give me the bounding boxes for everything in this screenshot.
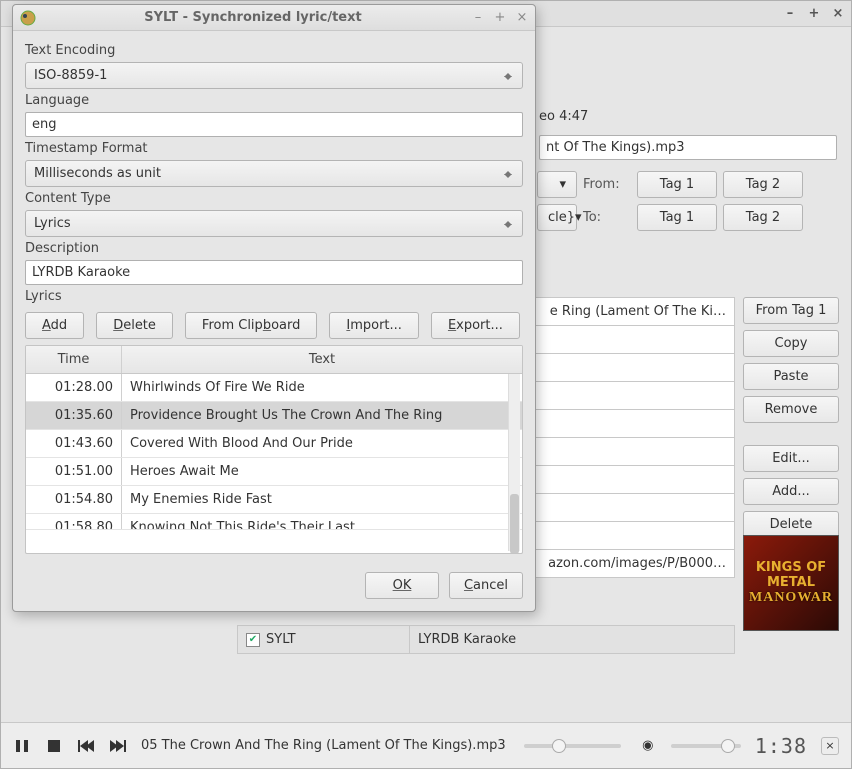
to-label: To: <box>583 210 631 225</box>
text-encoding-select[interactable]: ISO-8859-1 <box>25 62 523 89</box>
content-type-select[interactable]: Lyrics <box>25 210 523 237</box>
lyric-time: 01:28.00 <box>26 374 122 401</box>
next-track-icon[interactable] <box>109 737 127 755</box>
lyric-row[interactable]: 01:51.00Heroes Await Me <box>26 458 522 486</box>
close-icon[interactable]: × <box>831 7 845 21</box>
lyrics-add-button[interactable]: Add <box>25 312 84 339</box>
pause-icon[interactable] <box>13 737 31 755</box>
lyric-text: My Enemies Ride Fast <box>122 486 522 513</box>
volume-icon[interactable]: ◉ <box>639 737 657 755</box>
lyric-text: Heroes Await Me <box>122 458 522 485</box>
frame-description: LYRDB Karaoke <box>410 626 734 653</box>
time-display: 1:38 <box>755 734 807 758</box>
content-type-label: Content Type <box>25 191 523 206</box>
timestamp-format-select[interactable]: Milliseconds as unit <box>25 160 523 187</box>
filename-field-fragment[interactable]: nt Of The Kings).mp3 <box>539 135 837 160</box>
app-icon <box>19 9 37 27</box>
lyrics-toolbar: Add Delete From Clipboard Import... Expo… <box>25 312 523 339</box>
lyric-text: Providence Brought Us The Crown And The … <box>122 402 522 429</box>
edit-button[interactable]: Edit... <box>743 445 839 472</box>
lyric-row[interactable]: 01:43.60Covered With Blood And Our Pride <box>26 430 522 458</box>
description-field[interactable] <box>25 260 523 285</box>
paste-button[interactable]: Paste <box>743 363 839 390</box>
checkbox-icon[interactable]: ✔ <box>246 633 260 647</box>
timestamp-format-label: Timestamp Format <box>25 141 523 156</box>
add-button[interactable]: Add... <box>743 478 839 505</box>
album-top-text: KINGS OF METAL <box>744 560 838 590</box>
dialog-minimize-icon[interactable]: – <box>471 11 485 25</box>
language-label: Language <box>25 93 523 108</box>
lyric-time: 01:43.60 <box>26 430 122 457</box>
lyrics-label: Lyrics <box>25 289 523 304</box>
from-label: From: <box>583 177 631 192</box>
stop-icon[interactable] <box>45 737 63 755</box>
ok-button[interactable]: OK <box>365 572 439 599</box>
format-dropdown-fragment[interactable]: ▾ <box>537 171 577 198</box>
lyrics-table: Time Text 01:28.00Whirlwinds Of Fire We … <box>25 345 523 554</box>
lyrics-scrollbar[interactable] <box>508 374 520 551</box>
close-player-icon[interactable]: × <box>821 737 839 755</box>
from-clipboard-button[interactable]: From Clipboard <box>185 312 317 339</box>
to-tag1-button[interactable]: Tag 1 <box>637 204 717 231</box>
lyrics-table-header: Time Text <box>26 346 522 374</box>
lyric-row[interactable]: 01:54.80My Enemies Ride Fast <box>26 486 522 514</box>
dialog-footer: OK Cancel <box>13 564 535 611</box>
dialog-maximize-icon[interactable]: + <box>493 11 507 25</box>
media-info-fragment: eo 4:47 <box>539 109 588 124</box>
lyric-row[interactable]: 01:28.00Whirlwinds Of Fire We Ride <box>26 374 522 402</box>
dialog-titlebar[interactable]: SYLT - Synchronized lyric/text – + × <box>13 5 535 31</box>
lyric-row[interactable]: 01:35.60Providence Brought Us The Crown … <box>26 402 522 430</box>
from-tag2-button[interactable]: Tag 2 <box>723 171 803 198</box>
lyric-time: 01:51.00 <box>26 458 122 485</box>
lyric-text: Knowing Not This Ride's Their Last <box>122 514 522 529</box>
maximize-icon[interactable]: + <box>807 7 821 21</box>
col-header-text[interactable]: Text <box>122 346 522 373</box>
lyric-row[interactable]: 01:58.80Knowing Not This Ride's Their La… <box>26 514 522 530</box>
cancel-button[interactable]: Cancel <box>449 572 523 599</box>
album-band-text: MANOWAR <box>749 590 833 606</box>
format-dropdown-fragment-2[interactable]: cle}▾ <box>537 204 577 231</box>
text-encoding-label: Text Encoding <box>25 43 523 58</box>
remove-button[interactable]: Remove <box>743 396 839 423</box>
import-button[interactable]: Import... <box>329 312 419 339</box>
minimize-icon[interactable]: – <box>783 7 797 21</box>
album-art[interactable]: KINGS OF METAL MANOWAR <box>743 535 839 631</box>
language-field[interactable] <box>25 112 523 137</box>
scroll-thumb[interactable] <box>510 494 519 554</box>
lyric-text: Whirlwinds Of Fire We Ride <box>122 374 522 401</box>
frame-name: SYLT <box>266 632 296 647</box>
to-tag2-button[interactable]: Tag 2 <box>723 204 803 231</box>
lyric-time: 01:54.80 <box>26 486 122 513</box>
now-playing-title: 05 The Crown And The Ring (Lament Of The… <box>141 738 506 753</box>
lyric-time: 01:58.80 <box>26 514 122 529</box>
export-button[interactable]: Export... <box>431 312 520 339</box>
side-actions: From Tag 1 Copy Paste Remove Edit... Add… <box>743 297 839 538</box>
prev-track-icon[interactable] <box>77 737 95 755</box>
lyric-time: 01:35.60 <box>26 402 122 429</box>
player-bar: 05 The Crown And The Ring (Lament Of The… <box>1 722 851 768</box>
from-tag1-side-button[interactable]: From Tag 1 <box>743 297 839 324</box>
copy-button[interactable]: Copy <box>743 330 839 357</box>
volume-slider[interactable] <box>671 744 741 748</box>
from-tag1-button[interactable]: Tag 1 <box>637 171 717 198</box>
description-label: Description <box>25 241 523 256</box>
dialog-title: SYLT - Synchronized lyric/text <box>43 10 463 25</box>
col-header-time[interactable]: Time <box>26 346 122 373</box>
sylt-frame-row[interactable]: ✔ SYLT LYRDB Karaoke <box>237 625 735 654</box>
seek-slider[interactable] <box>524 744 621 748</box>
dialog-close-icon[interactable]: × <box>515 11 529 25</box>
delete-button[interactable]: Delete <box>743 511 839 538</box>
lyric-text: Covered With Blood And Our Pride <box>122 430 522 457</box>
sylt-dialog: SYLT - Synchronized lyric/text – + × Tex… <box>12 4 536 612</box>
lyrics-delete-button[interactable]: Delete <box>96 312 173 339</box>
